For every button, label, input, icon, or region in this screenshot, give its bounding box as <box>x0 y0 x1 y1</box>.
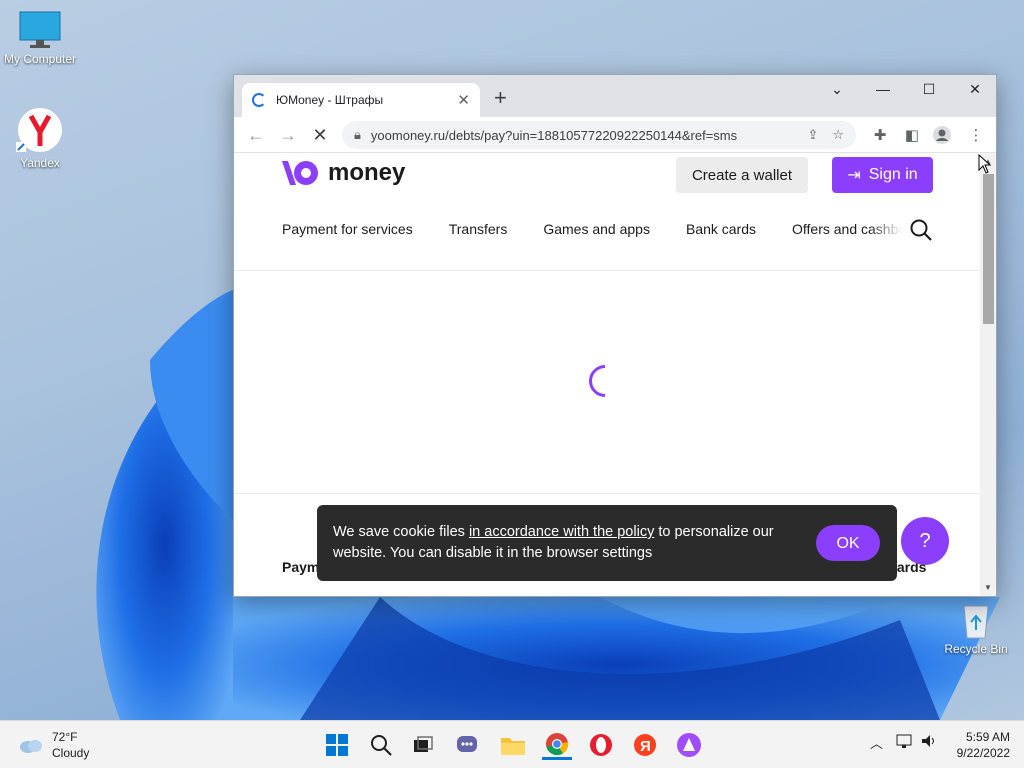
yandex-browser-icon <box>16 108 62 152</box>
recycle-bin-icon <box>963 605 989 639</box>
logo-wordmark: money <box>328 159 406 186</box>
close-window-button[interactable]: ✕ <box>952 75 996 103</box>
system-clock[interactable]: 5:59 AM 9/22/2022 <box>950 729 1010 761</box>
yoomoney-logo[interactable]: money <box>280 159 405 187</box>
taskbar: 72°F Cloudy Я ︿ 5:59 AM 9/22/2022 <box>0 720 1024 768</box>
sign-in-button[interactable]: ⇥ Sign in <box>832 157 933 193</box>
address-bar[interactable]: 🔒︎ yoomoney.ru/debts/pay?uin=18810577220… <box>342 121 856 149</box>
show-hidden-icons-chevron-icon[interactable]: ︿ <box>870 733 883 752</box>
desktop-icon-yandex[interactable]: Yandex <box>0 106 80 170</box>
chrome-icon[interactable] <box>542 730 572 760</box>
tab-active[interactable]: ЮMoney - Штрафы ✕ <box>242 83 480 117</box>
desktop-icon-my-computer[interactable]: My Computer <box>0 10 80 66</box>
cloud-icon <box>20 740 42 753</box>
side-panel-icon[interactable]: ◧ <box>902 125 922 145</box>
cookie-policy-link[interactable]: in accordance with the policy <box>469 524 654 540</box>
browser-toolbar: ← → ✕ 🔒︎ yoomoney.ru/debts/pay?uin=18810… <box>234 117 996 153</box>
bookmark-star-icon[interactable]: ☆ <box>832 127 844 143</box>
volume-icon[interactable] <box>920 733 938 749</box>
chat-teams-icon[interactable] <box>452 730 482 760</box>
yandex-icon[interactable]: Я <box>630 730 660 760</box>
tab-close-icon[interactable]: ✕ <box>457 91 470 109</box>
weather-temperature: 72°F <box>52 730 78 744</box>
desktop-icon-label: Yandex <box>20 156 60 170</box>
cookie-ok-button[interactable]: OK <box>816 525 880 561</box>
nav-item-transfers[interactable]: Transfers <box>449 221 508 237</box>
opera-icon[interactable] <box>586 730 616 760</box>
clock-time: 5:59 AM <box>965 730 1010 744</box>
svg-text:Я: Я <box>640 738 651 755</box>
scroll-down-arrow-icon[interactable]: ▼ <box>984 583 992 592</box>
network-icon[interactable] <box>896 733 914 749</box>
share-icon[interactable]: ⇪ <box>807 127 818 143</box>
sign-in-icon: ⇥ <box>847 167 861 184</box>
page-scrollbar[interactable]: ▲ ▼ <box>980 153 996 596</box>
alice-assistant-icon[interactable] <box>674 730 704 760</box>
divider <box>234 270 980 271</box>
task-view-icon[interactable] <box>408 730 438 760</box>
url-text: yoomoney.ru/debts/pay?uin=18810577220922… <box>370 127 738 143</box>
profile-avatar-icon[interactable] <box>932 125 952 145</box>
file-explorer-icon[interactable] <box>498 730 528 760</box>
forward-arrow-icon[interactable]: → <box>276 123 300 147</box>
monitor-icon <box>19 11 61 48</box>
start-windows-icon[interactable] <box>322 730 352 760</box>
menu-kebab-icon[interactable]: ⋮ <box>966 125 986 145</box>
new-tab-button[interactable]: + <box>494 87 507 109</box>
page-loading-spinner-icon <box>582 358 628 404</box>
nav-item-games-and-apps[interactable]: Games and apps <box>543 221 650 237</box>
search-icon[interactable] <box>908 217 934 243</box>
divider <box>234 493 980 494</box>
minimize-button[interactable]: — <box>860 75 906 103</box>
desktop-icon-label: My Computer <box>3 52 77 66</box>
stop-loading-icon[interactable]: ✕ <box>308 123 332 147</box>
scrollbar-thumb[interactable] <box>983 174 994 324</box>
lock-icon: 🔒︎ <box>354 127 361 142</box>
search-taskbar-icon[interactable] <box>366 730 396 760</box>
maximize-button[interactable]: ☐ <box>906 75 952 103</box>
create-wallet-button[interactable]: Create a wallet <box>676 157 808 193</box>
back-arrow-icon[interactable]: ← <box>244 123 268 147</box>
cookie-banner: We save cookie files in accordance with … <box>317 505 897 581</box>
loading-spinner-icon <box>252 93 266 107</box>
cookie-text-before: We save cookie files <box>333 524 469 540</box>
help-button[interactable]: ? <box>901 517 949 565</box>
weather-description: Cloudy <box>52 746 90 760</box>
desktop-icon-recycle-bin[interactable]: Recycle Bin <box>936 600 1016 656</box>
main-nav: Payment for services Transfers Games and… <box>282 221 902 237</box>
tab-strip: ЮMoney - Штрафы ✕ + ⌄ — ☐ ✕ <box>234 75 996 117</box>
nav-item-offers-and-cashbacks[interactable]: Offers and cashbacks <box>792 221 902 237</box>
nav-item-bank-cards[interactable]: Bank cards <box>686 221 756 237</box>
mouse-cursor-icon <box>978 154 992 174</box>
footer-heading-left: Paym <box>282 559 320 575</box>
nav-item-payment-for-services[interactable]: Payment for services <box>282 221 413 237</box>
weather-widget[interactable]: 72°F Cloudy <box>18 729 89 761</box>
extensions-puzzle-icon[interactable]: ✚ <box>870 125 890 145</box>
sign-in-label: Sign in <box>868 166 918 183</box>
desktop-icon-label: Recycle Bin <box>944 642 1008 656</box>
tab-search-button[interactable]: ⌄ <box>814 75 860 103</box>
clock-date: 9/22/2022 <box>956 746 1010 760</box>
yoomoney-logo-mark-icon <box>282 161 318 185</box>
tab-title: ЮMoney - Штрафы <box>276 93 384 107</box>
